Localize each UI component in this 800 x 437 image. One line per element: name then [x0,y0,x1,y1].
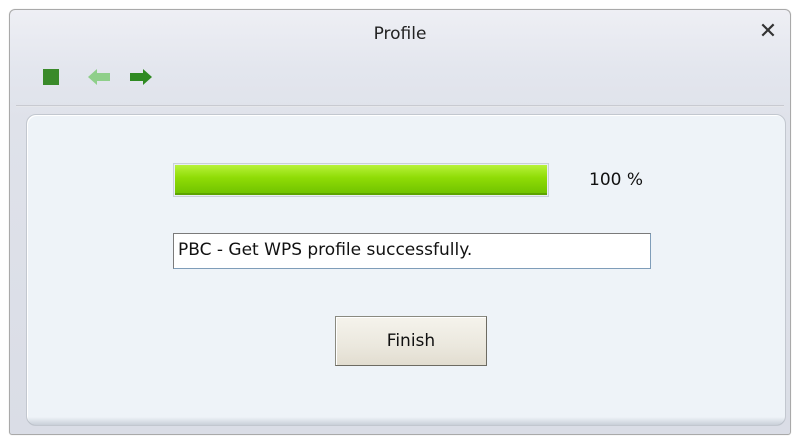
forward-arrow-icon [130,69,152,85]
finish-button[interactable]: Finish [335,316,487,366]
back-arrow-icon [88,69,110,85]
toolbar [39,65,163,89]
close-button[interactable]: ✕ [756,20,780,44]
progress-fill [175,165,547,195]
content-panel: 100 % PBC - Get WPS profile successfully… [26,114,786,426]
back-button[interactable] [87,65,111,89]
profile-dialog: Profile ✕ 100 % PBC - Get WPS profile su… [9,9,791,435]
toolbar-divider [16,105,784,107]
panel-shadow [27,417,785,425]
dialog-title: Profile [373,24,427,44]
stop-icon [43,69,59,85]
progress-bar [173,163,549,197]
stop-button[interactable] [39,65,63,89]
progress-percent: 100 % [589,170,644,190]
status-message-field: PBC - Get WPS profile successfully. [173,233,651,269]
forward-button[interactable] [129,65,153,89]
